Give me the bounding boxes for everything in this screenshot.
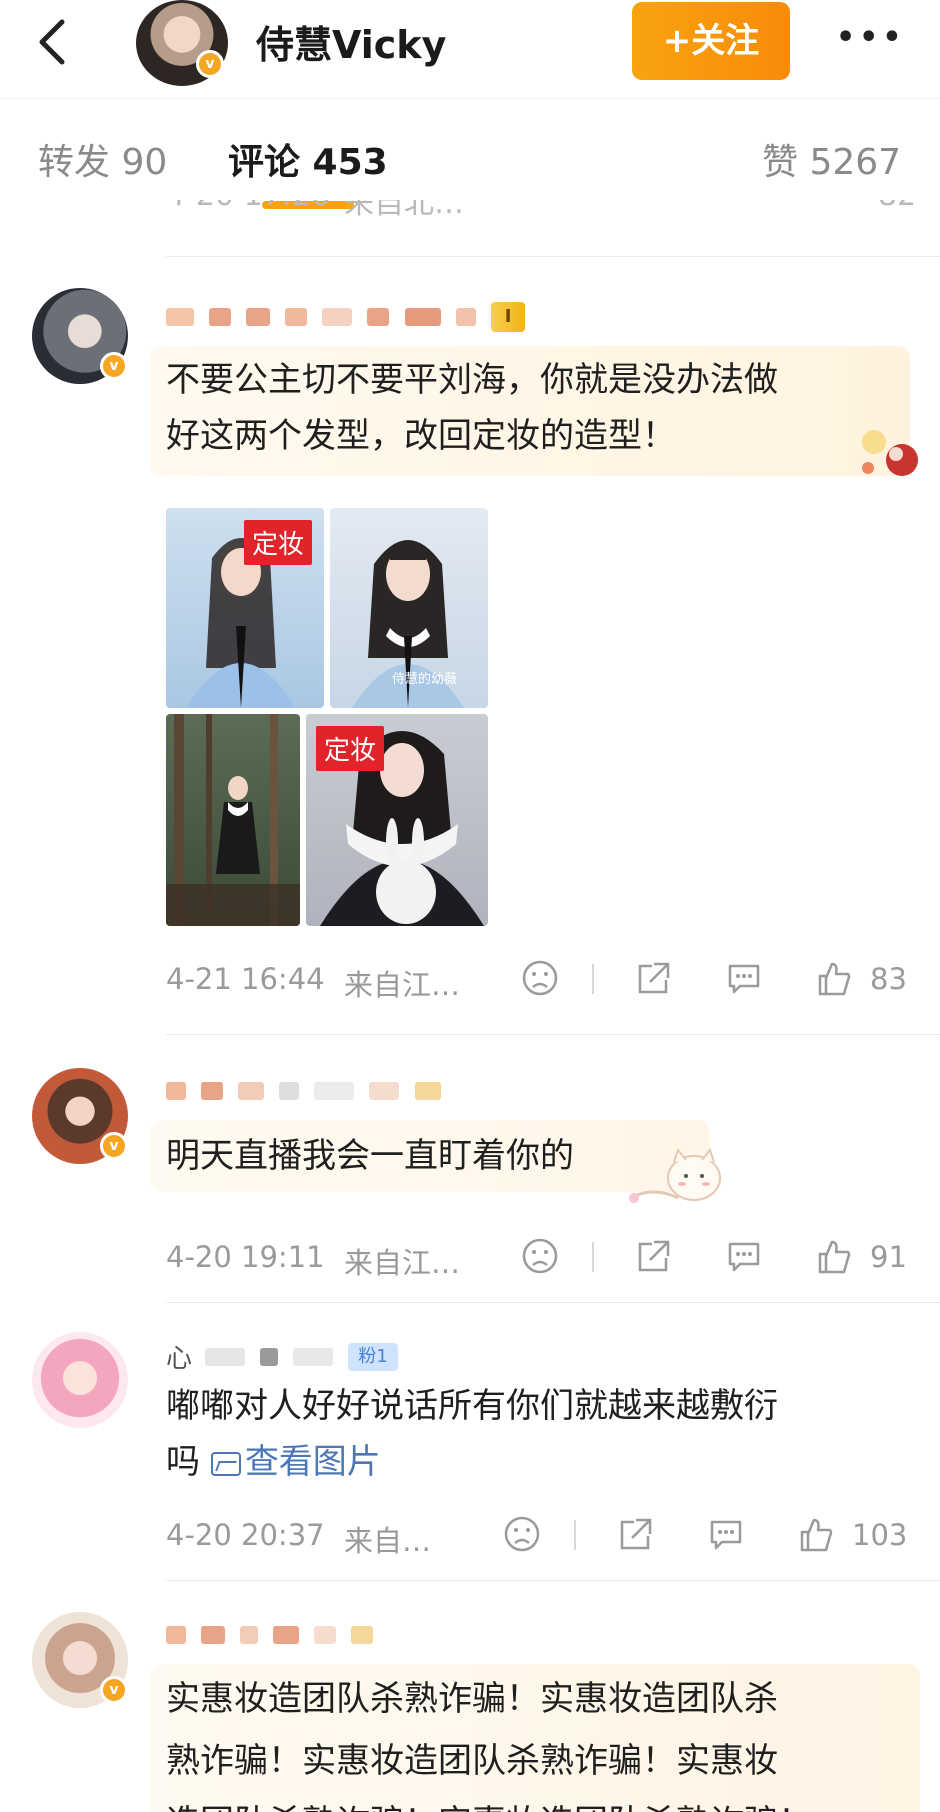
separator bbox=[592, 1242, 594, 1272]
level-badge: I bbox=[490, 302, 526, 332]
image-tag: 定妆 bbox=[243, 520, 312, 565]
fan-badge: 粉1 bbox=[348, 1342, 398, 1371]
image-caption: 侍慧的幼薇 bbox=[392, 672, 458, 687]
commenter-avatar[interactable]: v bbox=[32, 1068, 128, 1164]
comment-text: 实惠妆造团队杀熟诈骗！实惠妆造团队杀 熟诈骗！实惠妆造团队杀熟诈骗！实惠妆 造团… bbox=[166, 1679, 812, 1812]
separator bbox=[592, 964, 594, 994]
share-icon[interactable] bbox=[632, 1236, 672, 1276]
comment-meta: 4-20 19:11 来自江… 91 bbox=[166, 1236, 926, 1280]
share-icon[interactable] bbox=[632, 958, 672, 998]
thumbs-up-icon[interactable] bbox=[814, 958, 854, 998]
commenter-name[interactable]: I bbox=[166, 302, 526, 332]
comment-time: 4-21 16:44 bbox=[166, 962, 325, 996]
like-count: 91 bbox=[870, 1240, 907, 1274]
chevron-left-icon bbox=[39, 19, 65, 65]
profile-username[interactable]: 侍慧Vicky bbox=[256, 14, 446, 69]
tab-reposts[interactable]: 转发 90 bbox=[38, 133, 167, 185]
tab-comments[interactable]: 评论 453 bbox=[228, 133, 388, 185]
dislike-face-icon[interactable] bbox=[502, 1514, 542, 1554]
comment-image[interactable]: 定妆 bbox=[166, 508, 324, 708]
thumbs-up-icon[interactable] bbox=[814, 1236, 854, 1276]
back-button[interactable] bbox=[30, 12, 80, 72]
comment-source: 来自… bbox=[344, 1524, 432, 1558]
comment-time: 4-20 20:37 bbox=[166, 1518, 325, 1552]
commenter-name[interactable] bbox=[166, 1080, 451, 1110]
tab-bar: 转发 90 评论 453 赞 5267 bbox=[0, 98, 940, 216]
comment-time: 4-20 17:26 bbox=[166, 200, 330, 213]
reply-comment-icon[interactable] bbox=[706, 1514, 746, 1554]
like-count: 103 bbox=[852, 1518, 908, 1552]
comment-image[interactable] bbox=[166, 714, 300, 926]
decoration-sticker-icon bbox=[856, 424, 926, 480]
separator bbox=[574, 1520, 576, 1550]
comment-source: 来自江… bbox=[344, 1246, 461, 1280]
comment-text: 明天直播我会一直盯着你的 bbox=[166, 1136, 574, 1176]
comment-meta: 4-20 20:37 来自… 103 bbox=[166, 1514, 926, 1558]
verified-badge-icon: v bbox=[100, 352, 128, 380]
like-count: 83 bbox=[870, 962, 907, 996]
comment-source: 来自北… bbox=[344, 200, 464, 221]
follow-button[interactable]: +关注 bbox=[632, 2, 790, 80]
cat-sticker-icon bbox=[624, 1142, 734, 1212]
commenter-name[interactable] bbox=[166, 1624, 383, 1654]
comment-item: v I 不要公主切不要平刘海，你就是没办法做 好这两个发型，改回定妆的造型！ 定… bbox=[0, 256, 940, 1036]
comment-item: v 实惠妆造团队杀熟诈骗！实惠妆造团队杀 熟诈骗！实惠妆造团队杀熟诈骗！实惠妆 … bbox=[0, 1580, 940, 1812]
share-icon[interactable] bbox=[614, 1514, 654, 1554]
previous-comment-meta: 4-20 17:26 来自北… 82 bbox=[0, 200, 940, 256]
image-tag: 定妆 bbox=[316, 726, 385, 771]
like-count: 82 bbox=[878, 200, 916, 213]
view-image-link[interactable]: 查看图片 bbox=[210, 1442, 381, 1482]
picture-icon bbox=[210, 1451, 241, 1476]
verified-badge-icon: v bbox=[100, 1132, 128, 1160]
comment-time: 4-20 19:11 bbox=[166, 1240, 325, 1274]
thumbs-up-icon[interactable] bbox=[796, 1514, 836, 1554]
verified-badge-icon: v bbox=[100, 1676, 128, 1704]
commenter-name[interactable]: 心 粉1 bbox=[166, 1338, 398, 1374]
comment-text: 不要公主切不要平刘海，你就是没办法做 好这两个发型，改回定妆的造型！ bbox=[166, 360, 778, 456]
reply-comment-icon[interactable] bbox=[724, 1236, 764, 1276]
commenter-avatar[interactable] bbox=[32, 1332, 128, 1428]
comment-image[interactable]: 侍慧的幼薇 bbox=[330, 508, 488, 708]
commenter-avatar[interactable]: v bbox=[32, 288, 128, 384]
top-bar: v 侍慧Vicky +关注 ••• bbox=[0, 0, 940, 98]
comment-image[interactable]: 定妆 bbox=[306, 714, 488, 926]
reply-comment-icon[interactable] bbox=[724, 958, 764, 998]
comment-item: 心 粉1 嘟嘟对人好好说话所有你们就越来越敷衍 吗 查看图片 4-20 20:3… bbox=[0, 1302, 940, 1580]
comment-meta: 4-21 16:44 来自江… 83 bbox=[166, 958, 926, 1002]
commenter-avatar[interactable]: v bbox=[32, 1612, 128, 1708]
more-options-icon[interactable]: ••• bbox=[836, 20, 906, 60]
comment-source: 来自江… bbox=[344, 968, 461, 1002]
comment-text: 嘟嘟对人好好说话所有你们就越来越敷衍 吗 查看图片 bbox=[166, 1386, 778, 1482]
tab-likes[interactable]: 赞 5267 bbox=[762, 133, 901, 185]
verified-badge-icon: v bbox=[196, 50, 224, 78]
dislike-face-icon[interactable] bbox=[520, 1236, 560, 1276]
comment-item: v 明天直播我会一直盯着你的 4-20 19:11 来自江… 91 bbox=[0, 1034, 940, 1302]
dislike-face-icon[interactable] bbox=[520, 958, 560, 998]
